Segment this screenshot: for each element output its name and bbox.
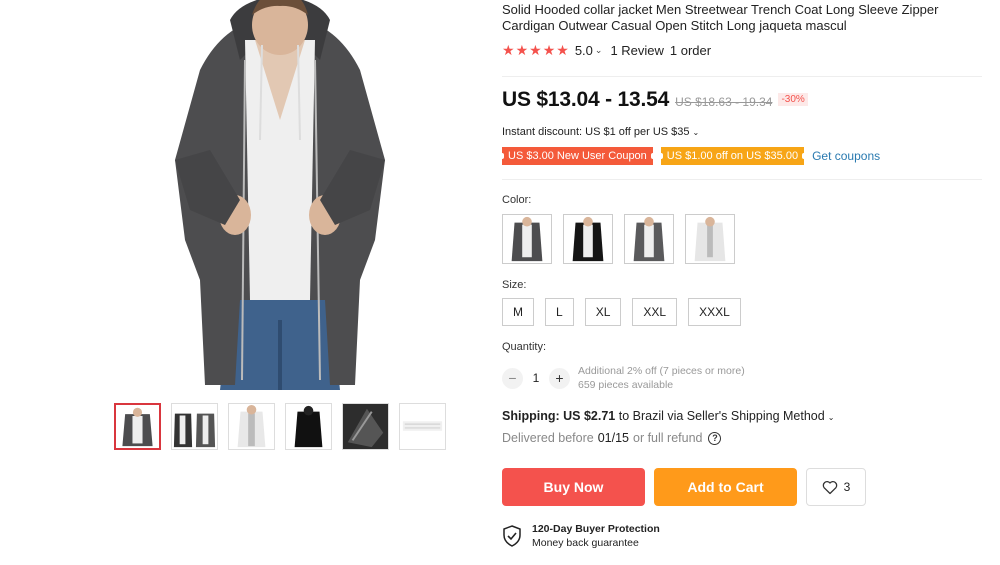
rating-row: ★ ★ ★ ★ ★ 5.0 ⌄ 1 Review 1 order	[502, 42, 711, 58]
delivery-info: Delivered before 01/15 or full refund ?	[502, 431, 722, 445]
get-coupons-link[interactable]: Get coupons	[812, 149, 880, 163]
color-option-black[interactable]	[563, 214, 613, 264]
shipping-info[interactable]: Shipping: US $2.71 to Brazil via Seller'…	[502, 409, 834, 423]
help-icon[interactable]: ?	[708, 431, 722, 445]
shipping-label: Shipping:	[502, 409, 560, 423]
thumbnail-strip	[114, 403, 446, 450]
wishlist-count: 3	[843, 480, 851, 494]
star-icon: ★	[542, 42, 556, 58]
current-price: US $13.04 - 13.54	[502, 88, 670, 111]
price-row: US $13.04 - 13.54 US $18.63 - 19.34 -30%	[502, 88, 808, 112]
size-options: M L XL XXL XXXL	[502, 298, 741, 326]
rating-value[interactable]: 5.0	[575, 43, 593, 58]
thumbnail-4[interactable]	[285, 403, 332, 450]
shield-check-icon	[503, 525, 521, 547]
star-icon: ★	[529, 42, 542, 58]
star-icon: ★	[502, 42, 515, 58]
chevron-down-icon: ⌄	[827, 413, 835, 422]
chevron-down-icon[interactable]: ⌄	[595, 45, 603, 56]
quantity-increase-button[interactable]: +	[549, 367, 570, 389]
thumbnail-1[interactable]	[114, 403, 161, 450]
review-count-link[interactable]: 1 Review	[610, 43, 663, 58]
color-label: Color:	[502, 194, 532, 206]
size-option-xxl[interactable]: XXL	[632, 298, 678, 326]
size-option-l[interactable]: L	[545, 298, 574, 326]
bulk-discount-note: Additional 2% off (7 pieces or more)	[578, 365, 745, 377]
divider	[502, 179, 982, 180]
buyer-protection: 120-Day Buyer Protection Money back guar…	[502, 522, 660, 550]
main-product-image[interactable]	[150, 0, 410, 390]
instant-discount[interactable]: Instant discount: US $1 off per US $35 ⌄	[502, 126, 699, 138]
color-options	[502, 214, 735, 264]
thumbnail-6[interactable]	[399, 403, 446, 450]
quantity-stepper: − 1 + Additional 2% off (7 pieces or mor…	[502, 364, 745, 392]
heart-icon	[822, 480, 837, 494]
color-option-grey[interactable]	[624, 214, 674, 264]
delivery-prefix: Delivered before	[502, 431, 594, 445]
quantity-info: Additional 2% off (7 pieces or more) 659…	[578, 364, 745, 392]
thumbnail-3[interactable]	[228, 403, 275, 450]
delivery-date: 01/15	[597, 431, 629, 445]
original-price: US $18.63 - 19.34	[675, 95, 773, 109]
order-count: 1 order	[669, 42, 712, 58]
stock-available: 659 pieces available	[578, 379, 674, 391]
quantity-label: Quantity:	[502, 341, 547, 353]
divider	[502, 76, 982, 77]
size-option-xl[interactable]: XL	[584, 298, 622, 326]
jacket-model-illustration	[150, 0, 410, 390]
add-to-cart-button[interactable]: Add to Cart	[654, 468, 797, 506]
delivery-suffix: or full refund	[633, 431, 703, 445]
rating-stars: ★ ★ ★ ★ ★	[502, 43, 569, 57]
chevron-down-icon: ⌄	[692, 128, 700, 137]
coupon-row: US $3.00 New User Coupon US $1.00 off on…	[500, 147, 880, 165]
quantity-value[interactable]: 1	[523, 371, 549, 385]
thumbnail-5[interactable]	[342, 403, 389, 450]
color-option-white[interactable]	[685, 214, 735, 264]
instant-discount-text: Instant discount: US $1 off per US $35	[502, 126, 690, 138]
thumbnail-2[interactable]	[171, 403, 218, 450]
shipping-method: to Brazil via Seller's Shipping Method	[618, 409, 825, 423]
size-option-xxxl[interactable]: XXXL	[688, 298, 741, 326]
color-option-dark-grey[interactable]	[502, 214, 552, 264]
protection-title: 120-Day Buyer Protection	[532, 523, 660, 535]
buy-now-button[interactable]: Buy Now	[502, 468, 645, 506]
new-user-coupon[interactable]: US $3.00 New User Coupon	[500, 147, 655, 165]
star-icon: ★	[515, 42, 529, 58]
star-icon: ★	[556, 42, 569, 58]
quantity-decrease-button[interactable]: −	[502, 367, 523, 389]
shipping-cost: US $2.71	[563, 409, 616, 423]
size-option-m[interactable]: M	[502, 298, 534, 326]
size-label: Size:	[502, 279, 527, 291]
wishlist-button[interactable]: 3	[806, 468, 866, 506]
protection-subtitle: Money back guarantee	[532, 537, 639, 549]
store-coupon[interactable]: US $1.00 off on US $35.00	[658, 147, 807, 165]
discount-badge: -30%	[778, 93, 808, 106]
product-title: Solid Hooded collar jacket Men Streetwea…	[502, 2, 939, 33]
protection-text: 120-Day Buyer Protection Money back guar…	[532, 522, 660, 550]
